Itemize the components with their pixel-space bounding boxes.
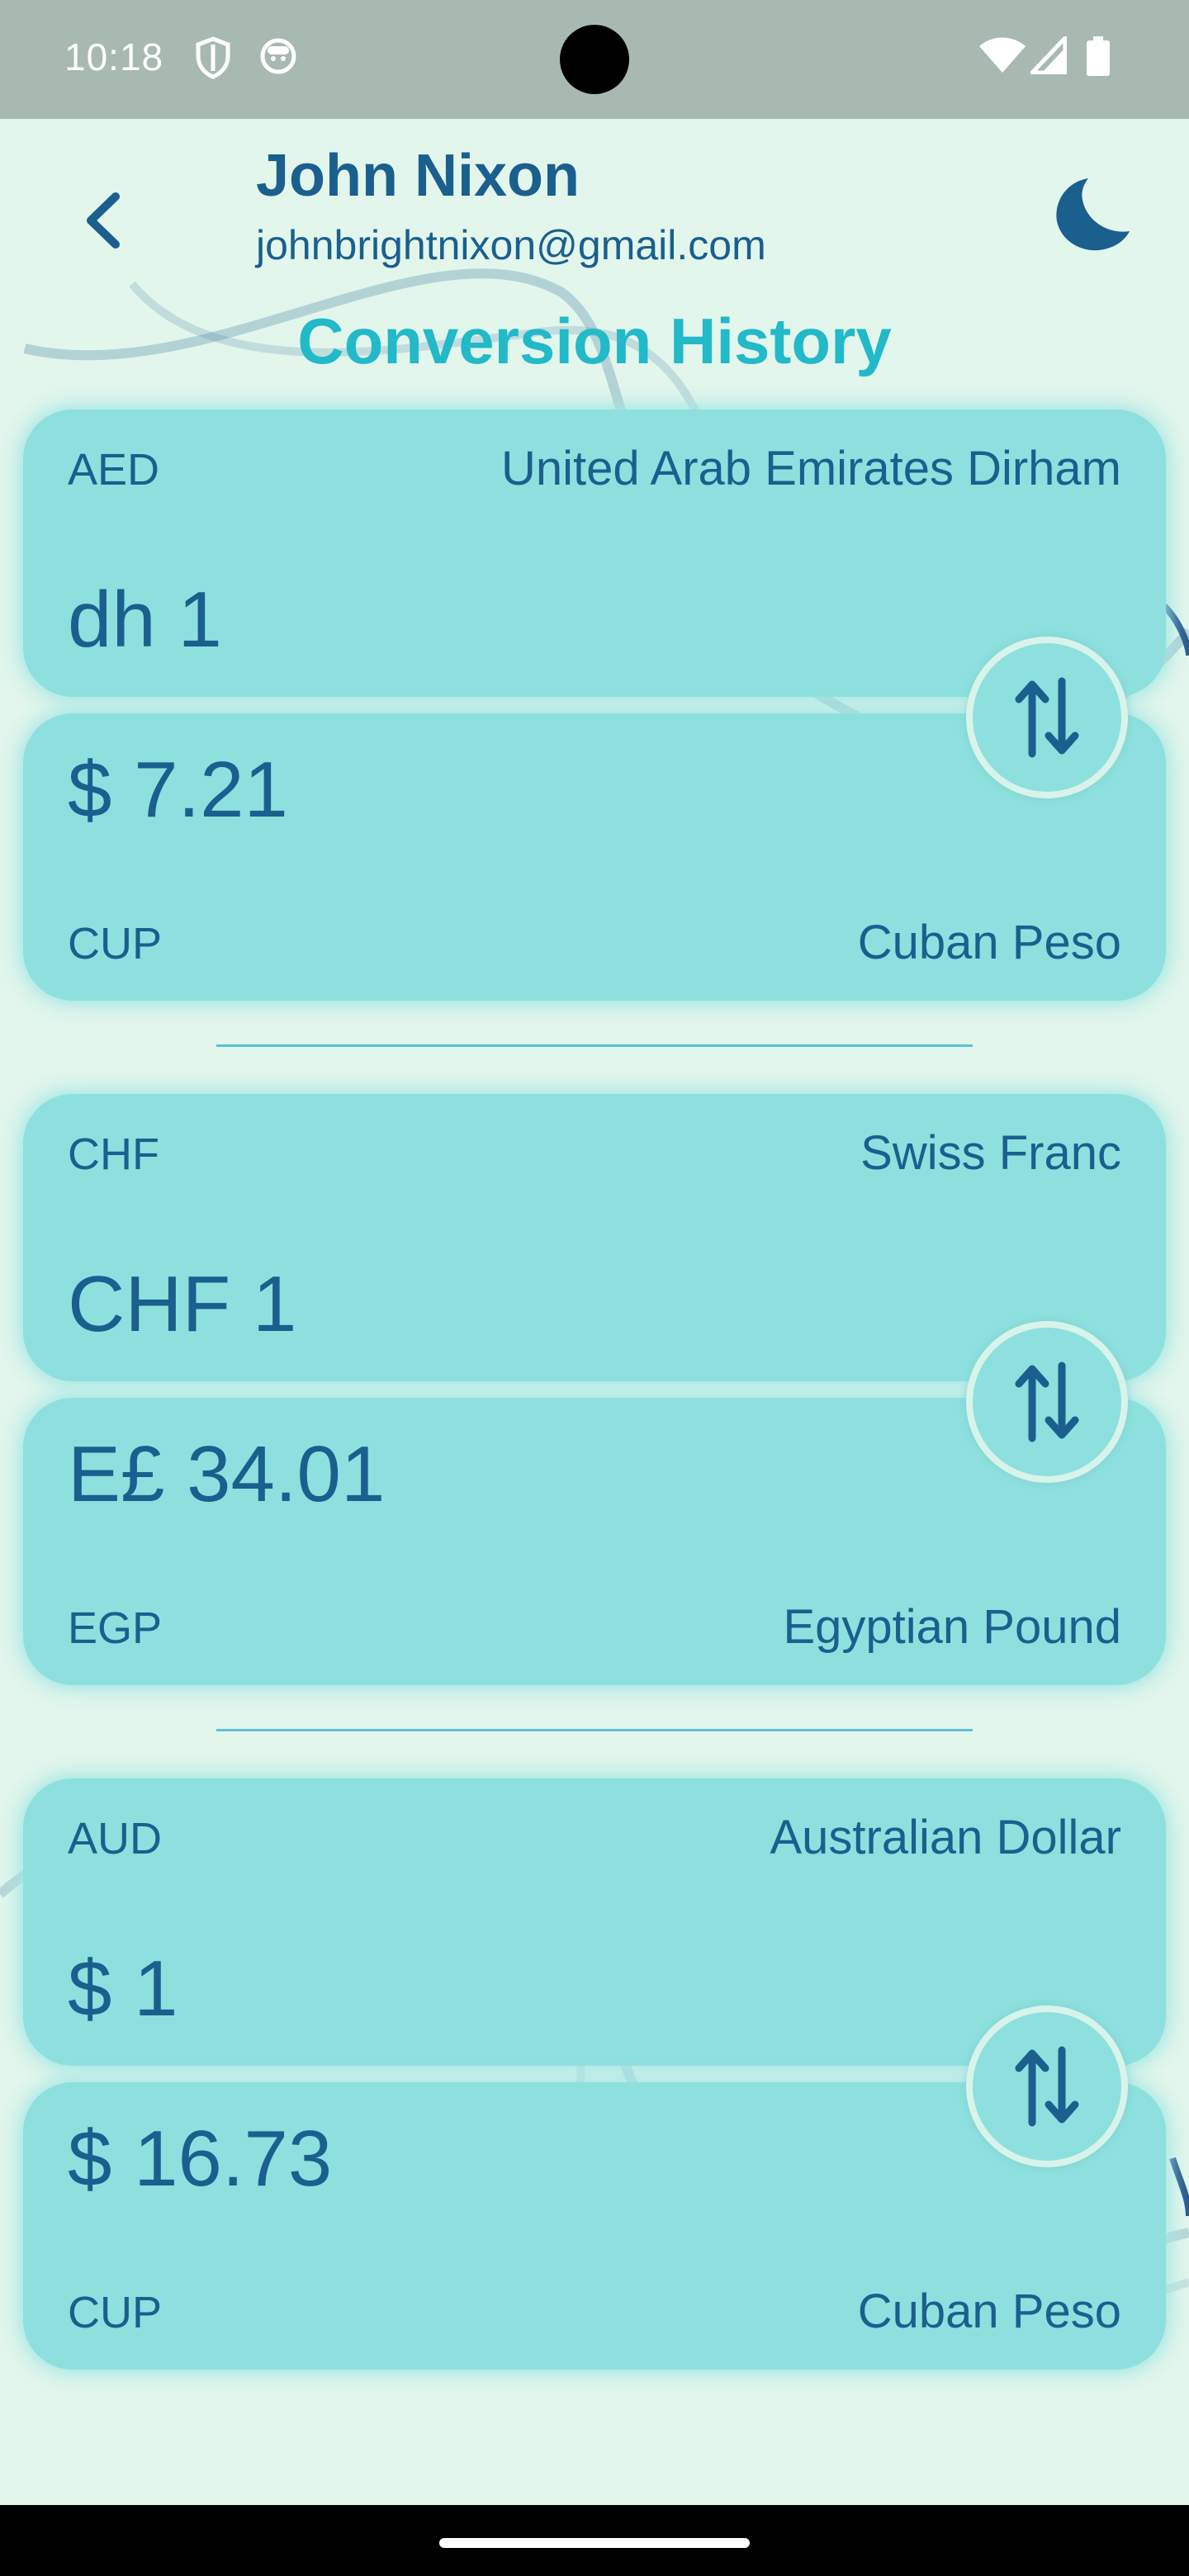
moon-icon (1056, 178, 1130, 251)
from-amount: CHF 1 (68, 1260, 297, 1348)
from-currency-name: United Arab Emirates Dirham (500, 442, 1121, 495)
face-icon (259, 36, 297, 78)
to-amount: E£ 34.01 (68, 1430, 386, 1518)
divider (216, 1729, 973, 1731)
from-currency-code: AUD (68, 1814, 163, 1863)
to-currency-name: Cuban Peso (857, 916, 1121, 969)
swap-vertical-icon (1015, 677, 1079, 758)
page-title: Conversion History (297, 305, 892, 377)
from-currency-card[interactable]: CHF Swiss Franc CHF 1 (23, 1094, 1166, 1381)
swap-vertical-icon (1015, 1361, 1079, 1442)
from-currency-card[interactable]: AUD Australian Dollar $ 1 (23, 1778, 1166, 2066)
battery-icon (1087, 36, 1110, 80)
to-currency-code: EGP (68, 1603, 163, 1653)
to-amount: $ 16.73 (68, 2114, 333, 2203)
from-currency-code: AED (68, 445, 160, 495)
home-indicator[interactable] (439, 2538, 750, 2548)
camera-cutout (560, 25, 629, 94)
theme-toggle-button[interactable] (1050, 173, 1133, 256)
user-name: John Nixon (256, 143, 580, 209)
swap-button[interactable] (966, 1321, 1128, 1483)
chevron-left-icon (87, 192, 120, 249)
from-amount: dh 1 (68, 575, 222, 664)
to-currency-code: CUP (68, 2288, 163, 2337)
swap-button[interactable] (966, 2005, 1128, 2167)
status-bar: 10:18 (0, 0, 1189, 119)
swap-button[interactable] (966, 637, 1128, 798)
to-currency-name: Egyptian Pound (783, 1600, 1121, 1654)
from-currency-card[interactable]: AED United Arab Emirates Dirham dh 1 (23, 410, 1166, 697)
to-currency-code: CUP (68, 919, 163, 968)
to-currency-name: Cuban Peso (857, 2285, 1121, 2338)
from-currency-name: Australian Dollar (770, 1811, 1121, 1864)
from-amount: $ 1 (68, 1944, 178, 2033)
user-email: johnbrightnixon@gmail.com (256, 222, 766, 268)
from-currency-code: CHF (68, 1129, 159, 1179)
to-amount: $ 7.21 (68, 746, 288, 834)
shield-icon (195, 36, 231, 83)
divider (216, 1044, 973, 1047)
back-button[interactable] (69, 183, 135, 258)
wifi-icon (979, 36, 1026, 78)
from-currency-name: Swiss Franc (860, 1126, 1121, 1180)
signal-icon (1027, 32, 1068, 78)
status-time: 10:18 (64, 36, 164, 78)
swap-vertical-icon (1015, 2046, 1079, 2127)
